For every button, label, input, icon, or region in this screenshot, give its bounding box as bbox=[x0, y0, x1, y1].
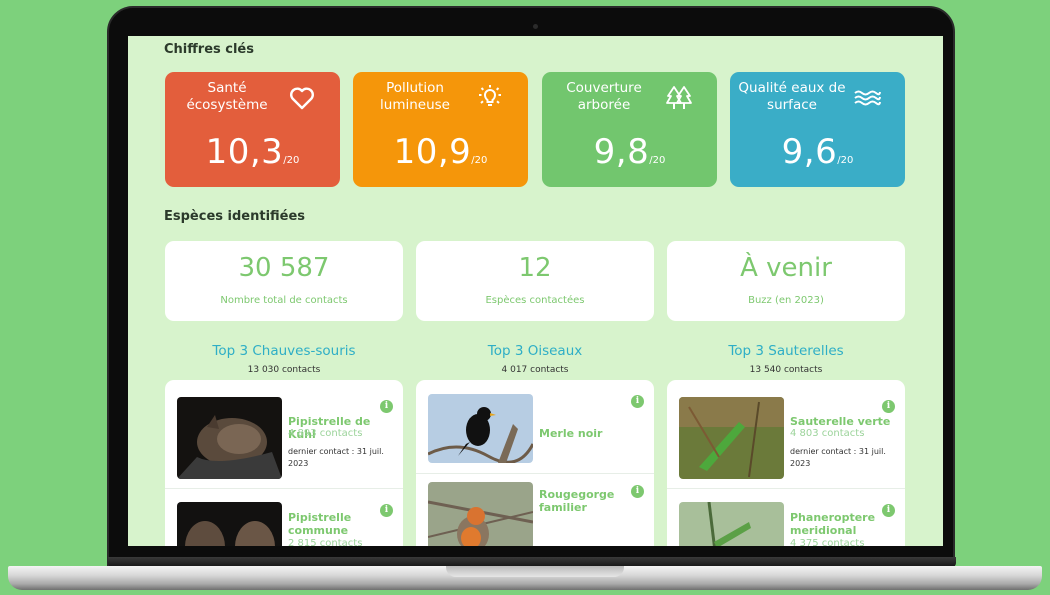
heart-icon bbox=[290, 87, 314, 110]
grasshopper-photo bbox=[679, 502, 784, 546]
species-count: 4 375 contacts bbox=[790, 538, 865, 546]
stat-value: 12 bbox=[518, 253, 552, 283]
top-birds-title: Top 3 Oiseaux bbox=[487, 343, 583, 359]
top-bats-list: Pipistrelle de Kuhl 4 893 contacts derni… bbox=[165, 380, 403, 546]
stat-species-count: 12 Espèces contactées bbox=[416, 241, 654, 321]
robin-photo bbox=[428, 482, 533, 546]
info-icon[interactable]: i bbox=[631, 395, 644, 408]
laptop-notch bbox=[446, 566, 624, 577]
species-title: Espèces identifiées bbox=[164, 209, 306, 224]
stat-value: À venir bbox=[740, 253, 832, 283]
top-birds-list: Merle noir i Rougegorge familier i bbox=[416, 380, 654, 546]
top-birds-count: 4 017 contacts bbox=[501, 365, 569, 375]
species-name: Pipistrelle commune bbox=[288, 511, 352, 537]
info-icon[interactable]: i bbox=[882, 400, 895, 413]
info-icon[interactable]: i bbox=[380, 504, 393, 517]
top-grasshoppers-count: 13 540 contacts bbox=[749, 365, 823, 375]
top-grasshoppers-title: Top 3 Sauterelles bbox=[728, 343, 844, 359]
list-item[interactable]: Pipistrelle commune 2 815 contacts i bbox=[165, 488, 403, 546]
card-value: 9,8/20 bbox=[593, 132, 666, 172]
list-item[interactable]: Phaneroptere meridional 4 375 contacts i bbox=[667, 488, 905, 546]
card-surface-water-quality[interactable]: Qualité eaux de surface 9,6/20 bbox=[730, 72, 905, 187]
card-light-pollution[interactable]: Pollution lumineuse 10,9/20 bbox=[353, 72, 528, 187]
stat-label: Espèces contactées bbox=[485, 295, 585, 306]
blackbird-photo bbox=[428, 394, 533, 463]
bat-photo bbox=[177, 502, 282, 546]
card-tree-cover[interactable]: Couverture arborée 9,8/20 bbox=[542, 72, 717, 187]
stat-label: Nombre total de contacts bbox=[220, 295, 348, 306]
card-value: 9,6/20 bbox=[781, 132, 854, 172]
species-count: 2 815 contacts bbox=[288, 538, 363, 546]
key-figures-title: Chiffres clés bbox=[164, 42, 254, 57]
card-label: Couverture arborée bbox=[566, 80, 642, 113]
top-bats-count: 13 030 contacts bbox=[247, 365, 321, 375]
stat-label: Buzz (en 2023) bbox=[748, 295, 824, 306]
species-count: 4 803 contacts bbox=[790, 428, 865, 439]
top-bats-title: Top 3 Chauves-souris bbox=[212, 343, 356, 359]
trees-icon bbox=[666, 86, 692, 109]
waves-icon bbox=[854, 90, 881, 106]
card-label: Qualité eaux de surface bbox=[738, 80, 846, 113]
camera-dot bbox=[533, 24, 538, 29]
stat-buzz: À venir Buzz (en 2023) bbox=[667, 241, 905, 321]
species-count: 4 893 contacts bbox=[288, 428, 363, 439]
list-item[interactable]: Sauterelle verte 4 803 contacts dernier … bbox=[667, 380, 905, 488]
list-item[interactable]: Rougegorge familier i bbox=[416, 473, 654, 546]
list-item[interactable]: Pipistrelle de Kuhl 4 893 contacts derni… bbox=[165, 380, 403, 488]
info-icon[interactable]: i bbox=[631, 485, 644, 498]
species-last-contact: dernier contact : 31 juil. 2023 bbox=[790, 447, 886, 468]
grasshopper-photo bbox=[679, 397, 784, 479]
species-name: Phaneroptere meridional bbox=[790, 511, 876, 537]
card-value: 10,3/20 bbox=[205, 132, 300, 172]
info-icon[interactable]: i bbox=[882, 504, 895, 517]
dashboard-screen: Chiffres clés Santé écosystème 10,3/20 P… bbox=[128, 36, 943, 546]
info-icon[interactable]: i bbox=[380, 400, 393, 413]
bat-photo bbox=[177, 397, 282, 479]
lightbulb-icon bbox=[479, 85, 501, 106]
card-value: 10,9/20 bbox=[393, 132, 488, 172]
species-last-contact: dernier contact : 31 juil. 2023 bbox=[288, 447, 384, 468]
stat-total-contacts: 30 587 Nombre total de contacts bbox=[165, 241, 403, 321]
card-label: Santé écosystème bbox=[186, 80, 268, 113]
stat-value: 30 587 bbox=[238, 253, 330, 283]
card-label: Pollution lumineuse bbox=[380, 80, 450, 113]
top-grasshoppers-list: Sauterelle verte 4 803 contacts dernier … bbox=[667, 380, 905, 546]
species-name: Merle noir bbox=[539, 427, 603, 440]
species-name: Rougegorge familier bbox=[539, 488, 615, 514]
card-ecosystem-health[interactable]: Santé écosystème 10,3/20 bbox=[165, 72, 340, 187]
list-item[interactable]: Merle noir i bbox=[416, 380, 654, 473]
species-name: Sauterelle verte bbox=[790, 415, 891, 428]
